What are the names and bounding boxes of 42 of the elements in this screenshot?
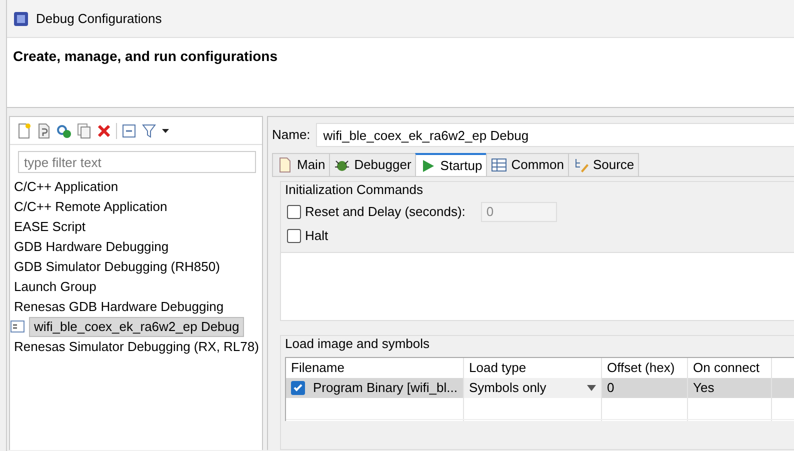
checkbox[interactable] (291, 381, 305, 395)
dropdown-icon[interactable] (587, 385, 596, 391)
tree-item[interactable]: Renesas GDB Hardware Debugging (10, 297, 228, 317)
main-tab-icon (277, 157, 293, 173)
checkbox-label: Halt (305, 226, 328, 245)
tree-item[interactable]: EASE Script (10, 217, 90, 237)
window-title: Debug Configurations (36, 10, 162, 28)
tab[interactable]: Source (568, 153, 640, 176)
filter-field[interactable]: type filter text (18, 151, 256, 173)
name-field[interactable]: wifi_ble_coex_ek_ra6w2_ep Debug (316, 123, 794, 147)
collapse-icon[interactable] (121, 122, 137, 138)
copy-icon[interactable] (76, 122, 92, 138)
tree-item[interactable]: Launch Group (10, 277, 100, 297)
source-tab-icon (572, 157, 589, 173)
caret-icon[interactable] (161, 128, 170, 134)
tab[interactable]: Common (486, 153, 569, 176)
filter-icon[interactable] (141, 122, 157, 138)
tree-item[interactable]: C/C++ Application (10, 177, 122, 197)
tree-item[interactable]: GDB Hardware Debugging (10, 237, 173, 257)
delete-icon[interactable] (96, 122, 112, 138)
checkbox-label: Reset and Delay (seconds): (305, 202, 466, 221)
tab[interactable]: Startup (415, 153, 488, 176)
group-title: Initialization Commands (284, 181, 424, 199)
dialog-heading: Create, manage, and run configurations (13, 48, 278, 65)
tree-item[interactable]: Renesas Simulator Debugging (RX, RL78) (10, 337, 263, 357)
tree-item[interactable]: C/C++ Remote Application (10, 197, 172, 217)
document-icon[interactable] (36, 122, 52, 138)
tab[interactable]: Debugger (329, 153, 416, 176)
checkbox[interactable] (287, 228, 301, 242)
table-cell-text: Program Binary [wifi_bl... (313, 379, 458, 398)
name-label: Name: (272, 126, 310, 144)
startup-tab-icon (420, 158, 436, 174)
table-cell: 0 (602, 378, 688, 398)
tree-item[interactable]: wifi_ble_coex_ek_ra6w2_ep Debug (29, 317, 244, 337)
group-title: Load image and symbols (284, 334, 431, 353)
new-file-icon[interactable] (16, 122, 32, 138)
common-tab-icon (491, 157, 508, 173)
app-icon (13, 10, 29, 26)
tab[interactable]: Main (272, 153, 330, 176)
checkbox[interactable] (287, 204, 301, 218)
table-cell: Yes (688, 378, 772, 398)
tree-item[interactable]: GDB Simulator Debugging (RH850) (10, 257, 224, 277)
